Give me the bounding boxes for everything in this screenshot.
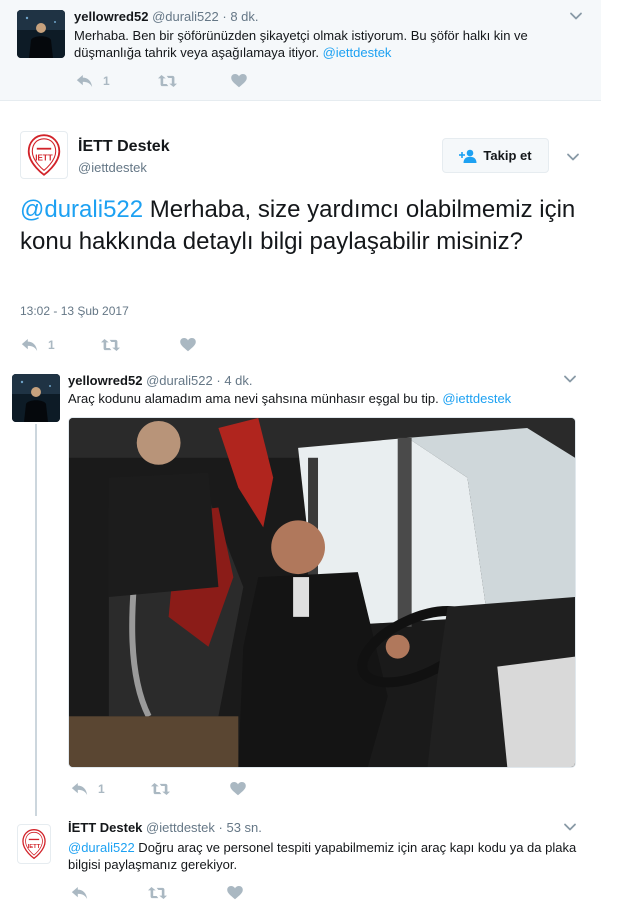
reply-count: 1 bbox=[98, 782, 105, 796]
like-button[interactable] bbox=[231, 74, 247, 88]
chevron-down-icon[interactable] bbox=[563, 372, 577, 386]
tweet-text-body: Doğru araç ve personel tespiti yapabilme… bbox=[68, 840, 577, 872]
tweet-photo[interactable] bbox=[68, 417, 576, 768]
retweet-icon bbox=[148, 886, 167, 900]
retweet-icon bbox=[158, 74, 177, 88]
tweet-text: @durali522 Merhaba, size yardımcı olabil… bbox=[20, 194, 580, 258]
tweet-timestamp[interactable]: 13:02 - 13 Şub 2017 bbox=[20, 304, 129, 318]
retweet-icon bbox=[101, 338, 120, 352]
tweet-actions bbox=[71, 884, 243, 902]
user-name[interactable]: yellowred52 bbox=[68, 373, 142, 388]
thread-connector bbox=[35, 424, 37, 816]
separator: · bbox=[222, 9, 227, 24]
chevron-down-icon[interactable] bbox=[563, 820, 577, 834]
follow-button[interactable]: Takip et bbox=[442, 138, 549, 173]
tweet-text-body: Merhaba. Ben bir şöförünüzden şikayetçi … bbox=[74, 28, 528, 60]
reply-button[interactable]: 1 bbox=[21, 338, 55, 352]
reply-button[interactable]: 1 bbox=[76, 74, 110, 88]
mention-link[interactable]: @durali522 bbox=[68, 840, 135, 855]
avatar[interactable] bbox=[17, 824, 51, 864]
tweet-actions: 1 bbox=[76, 72, 247, 90]
mention-link[interactable]: @durali522 bbox=[20, 196, 143, 223]
tweet-time[interactable]: 53 sn. bbox=[226, 820, 261, 835]
avatar-image bbox=[12, 374, 60, 422]
mention-link[interactable]: @iettdestek bbox=[442, 391, 511, 406]
reply-button[interactable]: 1 bbox=[71, 782, 105, 796]
reply-icon bbox=[71, 782, 88, 796]
reply-icon bbox=[21, 338, 38, 352]
tweet-time[interactable]: 8 dk. bbox=[230, 9, 258, 24]
iett-logo-icon bbox=[21, 828, 47, 860]
user-handle[interactable]: @durali522 bbox=[146, 373, 213, 388]
like-button[interactable] bbox=[227, 886, 243, 900]
avatar[interactable] bbox=[17, 10, 65, 58]
heart-icon bbox=[231, 74, 247, 88]
reply-count: 1 bbox=[48, 338, 55, 352]
tweet-text: Araç kodunu alamadım ama nevi şahsına mü… bbox=[68, 390, 578, 407]
retweet-button[interactable] bbox=[148, 886, 167, 900]
heart-icon bbox=[180, 338, 196, 352]
iett-logo-icon bbox=[26, 134, 62, 176]
tweet-header: yellowred52 @durali522 · 4 dk. bbox=[68, 373, 253, 388]
tweet-actions: 1 bbox=[71, 780, 246, 798]
like-button[interactable] bbox=[180, 338, 196, 352]
retweet-icon bbox=[151, 782, 170, 796]
separator: · bbox=[216, 373, 221, 388]
tweet-text: Merhaba. Ben bir şöförünüzden şikayetçi … bbox=[74, 27, 584, 61]
user-handle[interactable]: @durali522 bbox=[152, 9, 219, 24]
retweet-button[interactable] bbox=[101, 338, 120, 352]
user-name[interactable]: yellowred52 bbox=[74, 9, 148, 24]
tweet-header: İETT Destek @iettdestek · 53 sn. bbox=[68, 820, 262, 835]
add-user-icon bbox=[459, 149, 477, 163]
tweet-text-body: Araç kodunu alamadım ama nevi şahsına mü… bbox=[68, 391, 443, 406]
retweet-button[interactable] bbox=[151, 782, 170, 796]
avatar-image bbox=[17, 10, 65, 58]
like-button[interactable] bbox=[230, 782, 246, 796]
tweet-top[interactable]: yellowred52 @durali522 · 8 dk. Merhaba. … bbox=[0, 0, 601, 101]
bus-driver-photo bbox=[69, 418, 575, 767]
heart-icon bbox=[227, 886, 243, 900]
separator: · bbox=[218, 820, 223, 835]
tweet-header: yellowred52 @durali522 · 8 dk. bbox=[74, 9, 259, 24]
user-name[interactable]: İETT Destek bbox=[68, 820, 142, 835]
reply-button[interactable] bbox=[71, 886, 88, 900]
user-handle[interactable]: @iettdestek bbox=[146, 820, 215, 835]
user-handle[interactable]: @iettdestek bbox=[78, 160, 147, 175]
reply-count: 1 bbox=[103, 74, 110, 88]
tweet-text: @durali522 Doğru araç ve personel tespit… bbox=[68, 839, 578, 873]
mention-link[interactable]: @iettdestek bbox=[323, 45, 392, 60]
chevron-down-icon[interactable] bbox=[566, 150, 580, 164]
follow-label: Takip et bbox=[483, 148, 532, 163]
chevron-down-icon[interactable] bbox=[569, 9, 583, 23]
retweet-button[interactable] bbox=[158, 74, 177, 88]
avatar[interactable] bbox=[20, 131, 68, 179]
tweet-time[interactable]: 4 dk. bbox=[224, 373, 252, 388]
reply-icon bbox=[71, 886, 88, 900]
user-name[interactable]: İETT Destek bbox=[78, 138, 170, 156]
reply-icon bbox=[76, 74, 93, 88]
tweet-actions: 1 bbox=[21, 336, 196, 354]
heart-icon bbox=[230, 782, 246, 796]
avatar[interactable] bbox=[12, 374, 60, 422]
